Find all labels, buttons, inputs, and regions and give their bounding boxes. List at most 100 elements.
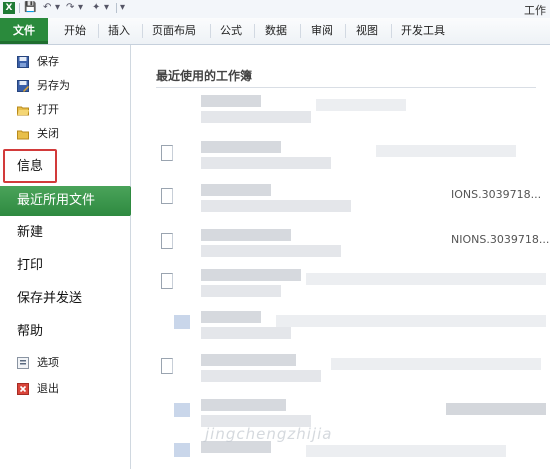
tab-insert[interactable]: 插入: [108, 18, 130, 44]
undo-icon[interactable]: ↶: [43, 1, 51, 15]
tab-divider: [142, 24, 143, 38]
nav-print[interactable]: 打印: [0, 252, 130, 280]
tab-data[interactable]: 数据: [265, 18, 287, 44]
nav-options-label: 选项: [37, 356, 59, 369]
recent-file-row[interactable]: IONS.3039718...: [156, 180, 546, 220]
tab-divider: [254, 24, 255, 38]
toolbar-separator: [19, 3, 20, 13]
blurred-text: [376, 145, 516, 157]
file-icon: [161, 358, 173, 374]
file-icon: [174, 443, 190, 457]
file-icon: [174, 403, 190, 417]
file-icon: [174, 315, 190, 329]
blurred-filepath: [201, 111, 311, 123]
blurred-filepath: [201, 200, 351, 212]
tab-page-layout[interactable]: 页面布局: [152, 18, 196, 44]
recent-workbooks-pane: 最近使用的工作簿 IONS.3039718... NIONS.3039718..…: [131, 45, 550, 469]
tab-divider: [391, 24, 392, 38]
nav-help[interactable]: 帮助: [0, 318, 130, 346]
blurred-text: [306, 445, 506, 457]
save-icon: [17, 56, 29, 68]
nav-save-label: 保存: [37, 55, 59, 68]
nav-exit[interactable]: 退出: [0, 378, 130, 400]
save-icon[interactable]: 💾: [24, 1, 36, 15]
format-painter-icon[interactable]: ✦: [92, 1, 100, 15]
open-folder-icon: [17, 106, 29, 116]
tab-divider: [345, 24, 346, 38]
window-title: 工作: [524, 4, 546, 17]
nav-exit-label: 退出: [37, 382, 59, 395]
blurred-filename: [201, 95, 261, 107]
nav-print-label: 打印: [17, 258, 44, 273]
watermark-text: jingchengzhijia: [205, 425, 333, 443]
recent-file-row[interactable]: NIONS.3039718...: [156, 225, 550, 265]
nav-open-label: 打开: [37, 103, 59, 116]
nav-save-and-send[interactable]: 保存并发送: [0, 285, 130, 313]
blurred-filepath: [201, 245, 341, 257]
nav-new-label: 新建: [17, 225, 44, 240]
recent-file-row[interactable]: [156, 137, 546, 177]
excel-logo-icon: X: [3, 2, 15, 14]
options-icon: [17, 357, 29, 369]
blurred-text: [306, 273, 546, 285]
blurred-filename: [201, 141, 281, 153]
quick-access-toolbar: X 💾 ↶ ▾ ↷ ▾ ✦ ▾ ▾ 工作: [0, 0, 550, 19]
ribbon-tabs: 文件 开始 插入 页面布局 公式 数据 审阅 视图 开发工具: [0, 18, 550, 45]
blurred-text: [446, 403, 546, 415]
redo-icon[interactable]: ↷: [66, 1, 74, 15]
file-icon: [161, 233, 173, 249]
nav-close-label: 关闭: [37, 127, 59, 140]
recent-file-row[interactable]: [156, 307, 546, 347]
nav-open[interactable]: 打开: [0, 99, 130, 121]
blurred-filepath: [201, 370, 321, 382]
blurred-filename: [201, 399, 286, 411]
file-icon: [161, 145, 173, 161]
title-divider: [156, 87, 536, 88]
nav-save[interactable]: 保存: [0, 51, 130, 73]
close-folder-icon: [17, 130, 29, 140]
backstage-nav: 保存 另存为 打开 关闭 信息 最近所用文件 新建 打印 保存并发送 帮助 选项…: [0, 45, 140, 469]
tab-formulas[interactable]: 公式: [220, 18, 242, 44]
customize-toolbar-icon[interactable]: ▾: [120, 1, 125, 15]
blurred-text: [331, 358, 541, 370]
file-path: IONS.3039718...: [451, 188, 542, 201]
file-icon: [161, 273, 173, 289]
nav-recent-label: 最近所用文件: [17, 193, 96, 208]
nav-help-label: 帮助: [17, 324, 44, 339]
tab-divider: [300, 24, 301, 38]
dropdown-icon[interactable]: ▾: [55, 1, 60, 15]
info-highlight-box: [3, 149, 57, 183]
tab-view[interactable]: 视图: [356, 18, 378, 44]
nav-save-as-label: 另存为: [37, 79, 70, 92]
dropdown-icon[interactable]: ▾: [104, 1, 109, 15]
nav-options[interactable]: 选项: [0, 352, 130, 374]
blurred-text: [276, 315, 546, 327]
toolbar-separator: [116, 3, 117, 13]
blurred-filename: [201, 354, 296, 366]
nav-save-and-send-label: 保存并发送: [17, 291, 83, 306]
blurred-filepath: [201, 285, 281, 297]
blurred-filepath: [201, 157, 331, 169]
tab-home[interactable]: 开始: [64, 18, 86, 44]
tab-file[interactable]: 文件: [0, 18, 48, 44]
dropdown-icon[interactable]: ▾: [78, 1, 83, 15]
tab-divider: [98, 24, 99, 38]
recent-file-row[interactable]: [156, 265, 546, 305]
nav-save-as[interactable]: 另存为: [0, 75, 130, 97]
file-path: NIONS.3039718...: [451, 233, 550, 246]
nav-close[interactable]: 关闭: [0, 123, 130, 145]
nav-new[interactable]: 新建: [0, 219, 130, 247]
recent-workbooks-title: 最近使用的工作簿: [156, 69, 253, 83]
tab-review[interactable]: 审阅: [311, 18, 333, 44]
tab-developer[interactable]: 开发工具: [401, 18, 445, 44]
exit-icon: [17, 383, 29, 395]
tab-divider: [210, 24, 211, 38]
recent-file-row[interactable]: [156, 91, 546, 131]
save-as-icon: [17, 80, 29, 92]
recent-file-row[interactable]: [156, 350, 546, 390]
blurred-filepath: [201, 327, 291, 339]
blurred-filename: [201, 229, 291, 241]
blurred-filename: [201, 269, 301, 281]
blurred-filename: [201, 311, 261, 323]
nav-recent[interactable]: 最近所用文件: [0, 186, 140, 216]
